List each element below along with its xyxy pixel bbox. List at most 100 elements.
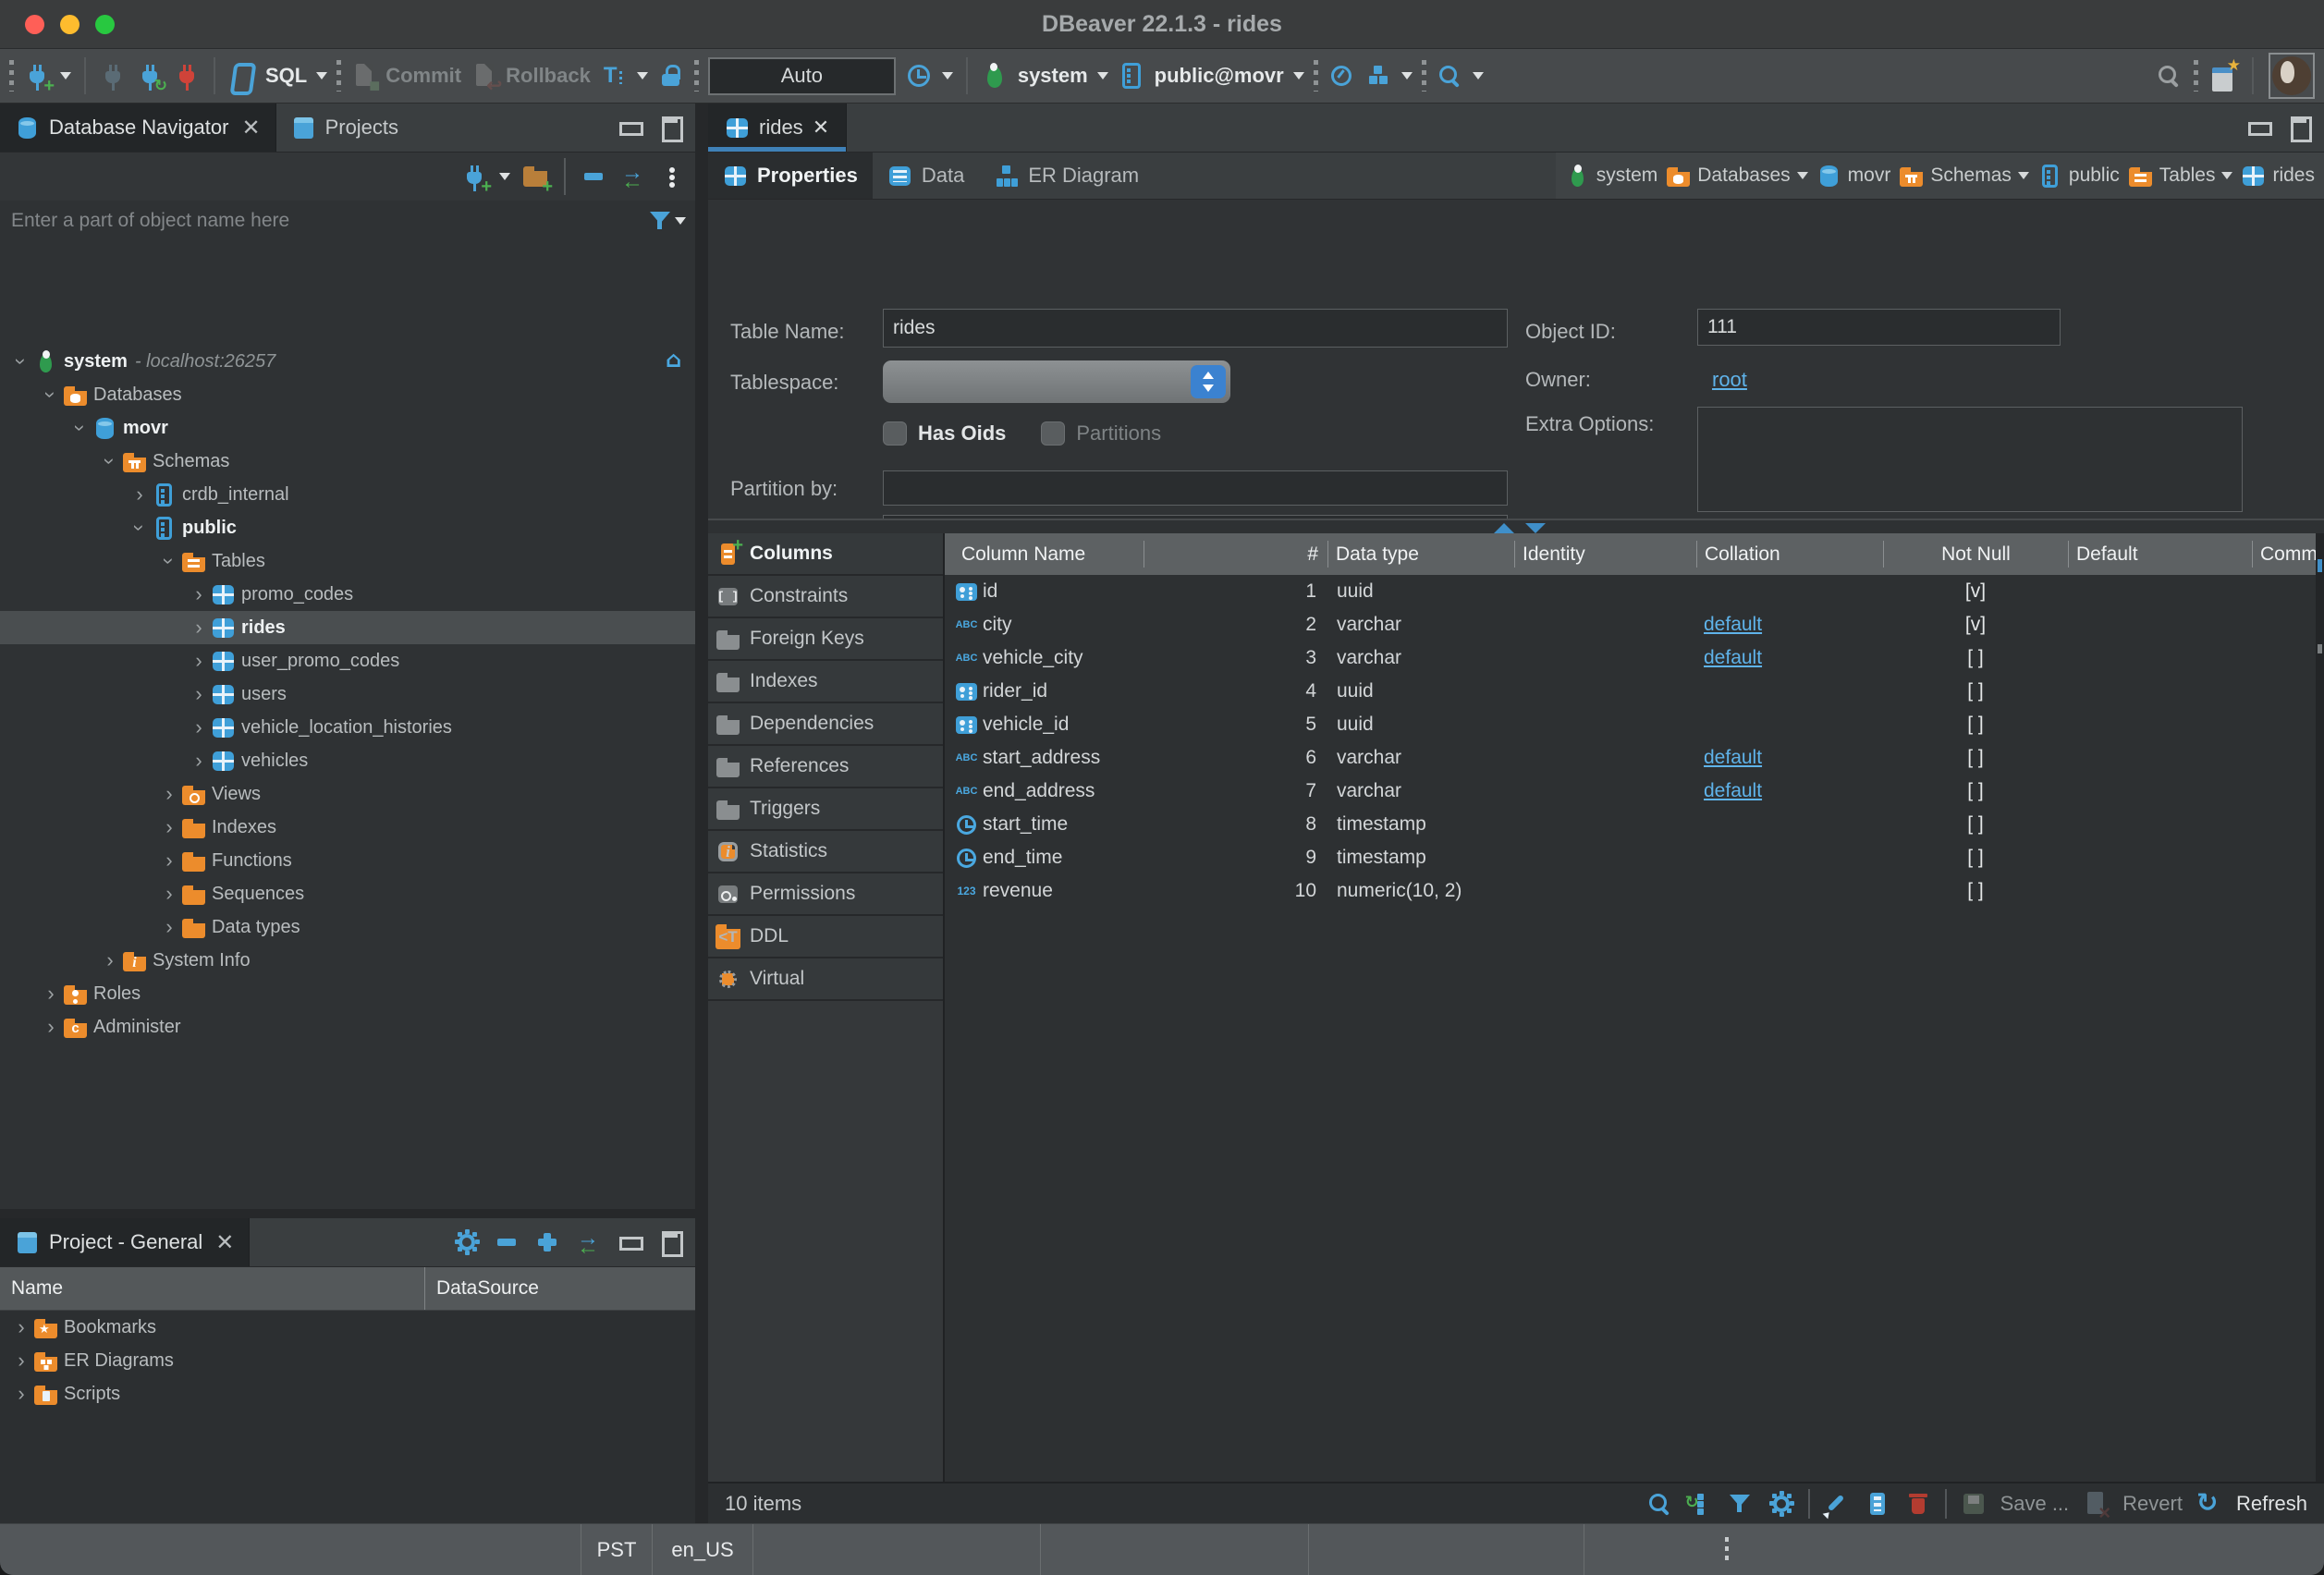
new-connection-dropdown-icon[interactable] [60,72,71,79]
grid-filter-icon[interactable] [1727,1490,1755,1518]
disconnect-icon[interactable] [173,62,201,90]
maximize-editor-icon[interactable] [2285,114,2313,141]
grid-column-header[interactable]: # [1144,541,1327,568]
breadcrumb-item[interactable]: Databases [1666,164,1807,189]
refresh-icon[interactable] [2196,1490,2223,1518]
edit-icon[interactable] [1823,1490,1851,1518]
save-icon[interactable] [1960,1490,1988,1518]
tree-item[interactable]: Indexes [0,811,695,844]
rollback-label[interactable]: Rollback [506,64,591,88]
column-header-datasource[interactable]: DataSource [425,1277,539,1300]
link-with-editor-icon[interactable] [619,163,647,190]
view-menu-icon[interactable] [658,163,686,190]
transaction-log-icon[interactable] [600,62,628,90]
transaction-history-icon[interactable] [905,62,933,90]
delete-icon[interactable] [1904,1490,1932,1518]
section-item[interactable]: References [708,746,943,788]
editor-subtab[interactable]: Data [873,153,979,199]
transaction-dropdown-icon[interactable] [637,72,648,79]
grid-search-icon[interactable] [1645,1490,1673,1518]
section-item[interactable]: Virtual [708,958,943,1001]
collapse-all-icon[interactable] [581,163,608,190]
tree-item[interactable]: promo_codes [0,578,695,611]
has-oids-checkbox[interactable] [883,421,907,446]
chevron-icon[interactable] [187,715,211,739]
add-column-icon[interactable] [1864,1490,1891,1518]
refresh-button[interactable]: Refresh [2236,1492,2307,1516]
sql-editor-dropdown-icon[interactable] [316,72,327,79]
toolbar-drag-handle[interactable] [1422,60,1426,92]
section-item[interactable]: Columns [708,533,943,576]
close-tab-icon[interactable]: ✕ [813,116,829,140]
partitions-checkbox[interactable] [1041,421,1065,446]
open-perspective-icon[interactable] [2209,62,2237,90]
statusbar-drag-handle[interactable] [1725,1537,1729,1563]
splitter-down-icon[interactable] [1525,523,1546,533]
section-item[interactable]: Dependencies [708,703,943,746]
breadcrumb-item[interactable]: public [2037,164,2120,189]
avatar[interactable] [2269,53,2315,99]
new-connection-icon[interactable]: + [23,62,51,90]
collation-link[interactable]: default [1704,647,1762,668]
section-item[interactable]: DDL [708,916,943,958]
rollback-icon[interactable]: ↩ [471,62,498,90]
tree-item[interactable]: rides [0,611,695,644]
filter-icon[interactable] [647,207,675,235]
tree-item[interactable]: movr [0,411,695,445]
breadcrumb-item[interactable]: movr [1816,164,1891,189]
tasks-icon[interactable] [1364,62,1392,90]
project-item[interactable]: Scripts [0,1377,695,1410]
chevron-icon[interactable] [187,649,211,673]
splitter-up-icon[interactable] [1494,523,1514,533]
sql-editor-icon[interactable] [228,62,256,90]
chevron-icon[interactable] [128,516,152,540]
commit-mode-combo[interactable]: Auto [708,57,896,95]
object-filter-input[interactable] [9,209,647,233]
editor-subtab[interactable]: ER Diagram [979,153,1154,199]
tree-item[interactable]: Administer [0,1010,695,1043]
close-tab-icon[interactable]: ✕ [241,115,260,141]
chevron-icon[interactable] [128,482,152,507]
toolbar-drag-handle[interactable] [1314,60,1318,92]
chevron-icon[interactable] [98,449,122,473]
panel-sash[interactable] [695,104,708,1523]
grid-column-header[interactable]: Not Null [1883,541,2068,568]
editor-tab-rides[interactable]: rides ✕ [708,104,847,152]
connect-icon[interactable] [99,62,127,90]
active-schema-label[interactable]: public@movr [1155,64,1284,88]
toolbar-drag-handle[interactable] [336,60,341,92]
select-stepper-icon[interactable] [1191,365,1226,398]
table-name-input[interactable] [883,309,1508,348]
chevron-icon[interactable] [9,1349,33,1373]
save-button[interactable]: Save ... [2000,1492,2070,1516]
grid-scrollbar[interactable] [2316,533,2324,1482]
chevron-icon[interactable] [98,948,122,972]
breadcrumb-item[interactable]: system [1565,164,1658,189]
chevron-icon[interactable] [157,549,181,573]
tablespace-select[interactable] [883,360,1230,403]
collation-link[interactable]: default [1704,614,1762,635]
tree-item[interactable]: Roles [0,977,695,1010]
chevron-icon[interactable] [9,349,33,373]
link-with-editor-icon[interactable] [575,1228,603,1256]
tree-item[interactable]: user_promo_codes [0,644,695,678]
tree-item[interactable]: Views [0,777,695,811]
column-header-name[interactable]: Name [0,1267,425,1310]
tree-item[interactable]: vehicles [0,744,695,777]
grid-row[interactable]: vehicle_city 3 varchar default [ ] [945,641,2324,675]
grid-row[interactable]: rider_id 4 uuid [ ] [945,675,2324,708]
breadcrumb-dropdown-icon[interactable] [1797,172,1808,179]
new-folder-icon[interactable]: + [521,163,549,190]
toolbar-drag-handle[interactable] [9,60,14,92]
breadcrumb-dropdown-icon[interactable] [2018,172,2029,179]
active-schema-icon[interactable] [1118,62,1145,90]
grid-row[interactable]: end_time 9 timestamp [ ] [945,841,2324,874]
grid-settings-icon[interactable] [1767,1490,1795,1518]
project-item[interactable]: ER Diagrams [0,1344,695,1377]
extra-options-textarea[interactable] [1697,407,2243,512]
owner-link[interactable]: root [1712,368,1747,392]
tree-item[interactable]: System Info [0,944,695,977]
new-connection-dropdown-icon[interactable] [499,173,510,180]
section-item[interactable]: Constraints [708,576,943,618]
editor-subtab[interactable]: Properties [708,153,873,199]
